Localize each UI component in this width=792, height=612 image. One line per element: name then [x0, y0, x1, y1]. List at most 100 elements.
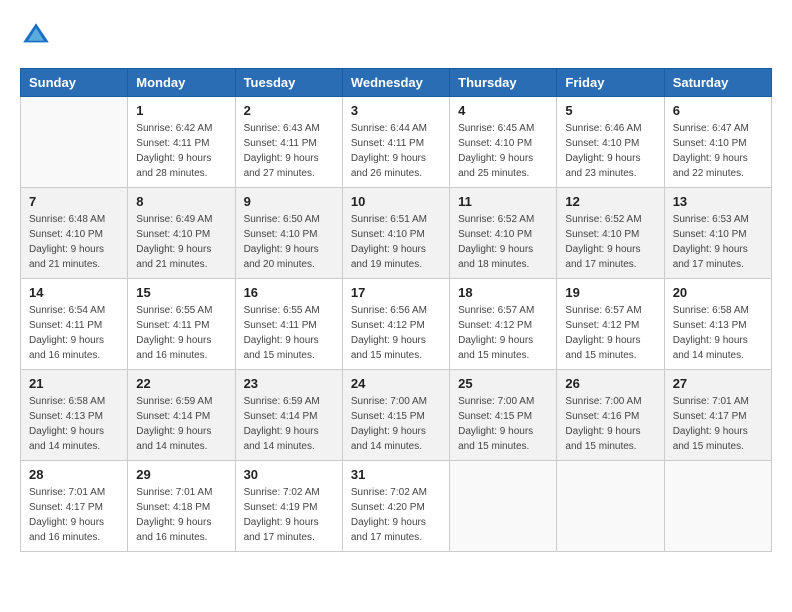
calendar-cell: 19 Sunrise: 6:57 AM Sunset: 4:12 PM Dayli… [557, 279, 664, 370]
calendar-cell: 1 Sunrise: 6:42 AM Sunset: 4:11 PM Daylig… [128, 97, 235, 188]
day-info: Sunrise: 6:59 AM Sunset: 4:14 PM Dayligh… [244, 394, 334, 454]
day-info: Sunrise: 6:55 AM Sunset: 4:11 PM Dayligh… [244, 303, 334, 363]
day-number: 31 [351, 467, 441, 482]
day-info: Sunrise: 7:00 AM Sunset: 4:15 PM Dayligh… [458, 394, 548, 454]
calendar-header-saturday: Saturday [664, 69, 771, 97]
calendar-cell: 21Sunrise: 6:58 AM Sunset: 4:13 PM Dayli… [21, 370, 128, 461]
day-number: 17 [351, 285, 441, 300]
day-info: Sunrise: 6:52 AM Sunset: 4:10 PM Dayligh… [458, 212, 548, 272]
calendar-cell [664, 461, 771, 552]
day-info: Sunrise: 6:57 AM Sunset: 4:12 PM Dayligh… [458, 303, 548, 363]
calendar-cell: 24 Sunrise: 7:00 AM Sunset: 4:15 PM Dayli… [342, 370, 449, 461]
day-number: 26 [565, 376, 655, 391]
calendar-cell: 11 Sunrise: 6:52 AM Sunset: 4:10 PM Dayli… [450, 188, 557, 279]
calendar-cell: 2Sunrise: 6:43 AM Sunset: 4:11 PM Daylig… [235, 97, 342, 188]
day-info: Sunrise: 6:48 AM Sunset: 4:10 PM Dayligh… [29, 212, 119, 272]
day-number: 9 [244, 194, 334, 209]
day-number: 13 [673, 194, 763, 209]
calendar-week-row: 14 Sunrise: 6:54 AM Sunset: 4:11 PM Dayli… [21, 279, 772, 370]
day-number: 27 [673, 376, 763, 391]
day-number: 24 [351, 376, 441, 391]
day-number: 16 [244, 285, 334, 300]
calendar-cell: 20 Sunrise: 6:58 AM Sunset: 4:13 PM Dayli… [664, 279, 771, 370]
calendar-cell: 27 Sunrise: 7:01 AM Sunset: 4:17 PM Dayli… [664, 370, 771, 461]
day-info: Sunrise: 6:58 AM Sunset: 4:13 PM Dayligh… [29, 394, 119, 454]
day-number: 18 [458, 285, 548, 300]
day-info: Sunrise: 6:42 AM Sunset: 4:11 PM Dayligh… [136, 121, 226, 181]
calendar-header-thursday: Thursday [450, 69, 557, 97]
day-info: Sunrise: 6:58 AM Sunset: 4:13 PM Dayligh… [673, 303, 763, 363]
calendar-cell [450, 461, 557, 552]
day-info: Sunrise: 6:49 AM Sunset: 4:10 PM Dayligh… [136, 212, 226, 272]
day-info: Sunrise: 6:50 AM Sunset: 4:10 PM Dayligh… [244, 212, 334, 272]
calendar-week-row: 7Sunrise: 6:48 AM Sunset: 4:10 PM Daylig… [21, 188, 772, 279]
page-header [20, 20, 772, 52]
day-info: Sunrise: 6:54 AM Sunset: 4:11 PM Dayligh… [29, 303, 119, 363]
day-number: 22 [136, 376, 226, 391]
calendar-cell: 4 Sunrise: 6:45 AM Sunset: 4:10 PM Daylig… [450, 97, 557, 188]
calendar-header-tuesday: Tuesday [235, 69, 342, 97]
day-number: 12 [565, 194, 655, 209]
calendar-cell: 30 Sunrise: 7:02 AM Sunset: 4:19 PM Dayli… [235, 461, 342, 552]
day-info: Sunrise: 6:51 AM Sunset: 4:10 PM Dayligh… [351, 212, 441, 272]
day-info: Sunrise: 7:01 AM Sunset: 4:17 PM Dayligh… [673, 394, 763, 454]
day-info: Sunrise: 6:46 AM Sunset: 4:10 PM Dayligh… [565, 121, 655, 181]
calendar-cell: 13 Sunrise: 6:53 AM Sunset: 4:10 PM Dayli… [664, 188, 771, 279]
calendar-week-row: 21Sunrise: 6:58 AM Sunset: 4:13 PM Dayli… [21, 370, 772, 461]
day-number: 23 [244, 376, 334, 391]
calendar-cell: 18 Sunrise: 6:57 AM Sunset: 4:12 PM Dayli… [450, 279, 557, 370]
calendar-header-sunday: Sunday [21, 69, 128, 97]
calendar-header-wednesday: Wednesday [342, 69, 449, 97]
calendar-week-row: 28 Sunrise: 7:01 AM Sunset: 4:17 PM Dayli… [21, 461, 772, 552]
day-number: 30 [244, 467, 334, 482]
calendar-cell [557, 461, 664, 552]
calendar-cell: 8 Sunrise: 6:49 AM Sunset: 4:10 PM Daylig… [128, 188, 235, 279]
day-info: Sunrise: 7:01 AM Sunset: 4:18 PM Dayligh… [136, 485, 226, 545]
calendar-cell: 17 Sunrise: 6:56 AM Sunset: 4:12 PM Dayli… [342, 279, 449, 370]
day-info: Sunrise: 7:02 AM Sunset: 4:20 PM Dayligh… [351, 485, 441, 545]
day-number: 3 [351, 103, 441, 118]
calendar-cell: 7Sunrise: 6:48 AM Sunset: 4:10 PM Daylig… [21, 188, 128, 279]
calendar-cell: 26Sunrise: 7:00 AM Sunset: 4:16 PM Dayli… [557, 370, 664, 461]
calendar-week-row: 1 Sunrise: 6:42 AM Sunset: 4:11 PM Daylig… [21, 97, 772, 188]
day-number: 19 [565, 285, 655, 300]
day-number: 20 [673, 285, 763, 300]
calendar-cell: 25 Sunrise: 7:00 AM Sunset: 4:15 PM Dayli… [450, 370, 557, 461]
day-number: 11 [458, 194, 548, 209]
logo-icon [20, 20, 52, 52]
day-info: Sunrise: 6:55 AM Sunset: 4:11 PM Dayligh… [136, 303, 226, 363]
day-info: Sunrise: 6:56 AM Sunset: 4:12 PM Dayligh… [351, 303, 441, 363]
day-number: 29 [136, 467, 226, 482]
calendar-header-friday: Friday [557, 69, 664, 97]
day-number: 4 [458, 103, 548, 118]
calendar-cell: 29 Sunrise: 7:01 AM Sunset: 4:18 PM Dayli… [128, 461, 235, 552]
day-number: 28 [29, 467, 119, 482]
day-info: Sunrise: 6:45 AM Sunset: 4:10 PM Dayligh… [458, 121, 548, 181]
calendar-cell: 15 Sunrise: 6:55 AM Sunset: 4:11 PM Dayli… [128, 279, 235, 370]
day-number: 8 [136, 194, 226, 209]
logo [20, 20, 56, 52]
day-info: Sunrise: 7:00 AM Sunset: 4:15 PM Dayligh… [351, 394, 441, 454]
day-number: 1 [136, 103, 226, 118]
calendar-cell: 22 Sunrise: 6:59 AM Sunset: 4:14 PM Dayli… [128, 370, 235, 461]
day-info: Sunrise: 6:47 AM Sunset: 4:10 PM Dayligh… [673, 121, 763, 181]
day-number: 25 [458, 376, 548, 391]
day-info: Sunrise: 6:57 AM Sunset: 4:12 PM Dayligh… [565, 303, 655, 363]
calendar-table: SundayMondayTuesdayWednesdayThursdayFrid… [20, 68, 772, 552]
day-info: Sunrise: 6:44 AM Sunset: 4:11 PM Dayligh… [351, 121, 441, 181]
day-info: Sunrise: 7:01 AM Sunset: 4:17 PM Dayligh… [29, 485, 119, 545]
calendar-cell: 14 Sunrise: 6:54 AM Sunset: 4:11 PM Dayli… [21, 279, 128, 370]
day-info: Sunrise: 6:43 AM Sunset: 4:11 PM Dayligh… [244, 121, 334, 181]
calendar-header-row: SundayMondayTuesdayWednesdayThursdayFrid… [21, 69, 772, 97]
day-info: Sunrise: 6:53 AM Sunset: 4:10 PM Dayligh… [673, 212, 763, 272]
day-info: Sunrise: 6:52 AM Sunset: 4:10 PM Dayligh… [565, 212, 655, 272]
calendar-cell [21, 97, 128, 188]
calendar-cell: 3 Sunrise: 6:44 AM Sunset: 4:11 PM Daylig… [342, 97, 449, 188]
day-number: 14 [29, 285, 119, 300]
day-number: 10 [351, 194, 441, 209]
calendar-cell: 6Sunrise: 6:47 AM Sunset: 4:10 PM Daylig… [664, 97, 771, 188]
calendar-cell: 5Sunrise: 6:46 AM Sunset: 4:10 PM Daylig… [557, 97, 664, 188]
day-info: Sunrise: 6:59 AM Sunset: 4:14 PM Dayligh… [136, 394, 226, 454]
day-number: 15 [136, 285, 226, 300]
day-info: Sunrise: 7:02 AM Sunset: 4:19 PM Dayligh… [244, 485, 334, 545]
